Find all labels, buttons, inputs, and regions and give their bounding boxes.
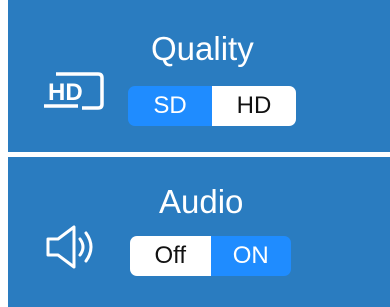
quality-hd-option[interactable]: HD [212,86,296,126]
quality-section: HD Quality SD HD [8,0,390,152]
speaker-icon [42,221,104,273]
audio-off-option[interactable]: Off [130,236,211,276]
quality-segmented-control: SD HD [128,86,296,126]
settings-panel: HD Quality SD HD Audio Off ON [0,0,390,307]
audio-on-option[interactable]: ON [210,236,291,276]
quality-sd-option[interactable]: SD [128,86,212,126]
audio-title: Audio [159,183,244,220]
hd-icon: HD [42,68,106,112]
audio-segmented-control: Off ON [130,236,291,276]
audio-section: Audio Off ON [8,157,390,307]
quality-title: Quality [151,30,254,67]
svg-text:HD: HD [48,79,83,106]
